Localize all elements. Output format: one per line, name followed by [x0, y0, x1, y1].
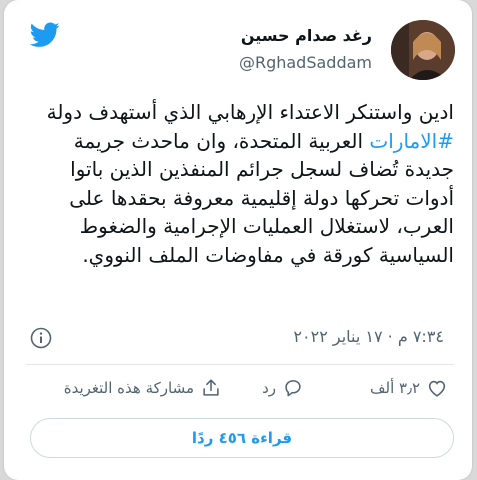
divider	[26, 364, 454, 365]
author-display-name[interactable]: رغد صدام حسين	[241, 26, 372, 45]
read-replies-button[interactable]: قراءة ٤٥٦ ردًا	[30, 418, 454, 458]
share-icon	[203, 379, 219, 396]
action-bar: ٣٫٢ ألف رد مشاركة هذه التغريدة	[26, 377, 454, 407]
info-icon[interactable]	[30, 327, 52, 349]
tweet-timestamp[interactable]: ٧:٣٤ م · ١٧ يناير ٢٠٢٢	[293, 327, 444, 346]
share-label: مشاركة هذه التغريدة	[63, 379, 194, 397]
reply-label: رد	[262, 379, 276, 397]
twitter-bird-icon	[30, 22, 60, 47]
tweet-text: ادين واستنكر الاعتداء الإرهابي الذي أسته…	[34, 98, 454, 269]
like-count: ٣٫٢ ألف	[369, 379, 420, 397]
heart-icon	[428, 380, 446, 397]
tweet-card: رغد صدام حسين @RghadSaddam ادين واستنكر …	[4, 0, 472, 480]
hashtag-link[interactable]: #الامارات	[369, 129, 454, 153]
reply-button[interactable]: رد	[262, 377, 304, 399]
avatar[interactable]	[391, 20, 455, 80]
like-button[interactable]: ٣٫٢ ألف	[370, 377, 448, 399]
share-button[interactable]: مشاركة هذه التغريدة	[64, 377, 222, 399]
tweet-text-part: ادين واستنكر الاعتداء الإرهابي الذي أسته…	[46, 100, 454, 124]
author-handle[interactable]: @RghadSaddam	[239, 53, 372, 72]
reply-icon	[285, 380, 301, 397]
